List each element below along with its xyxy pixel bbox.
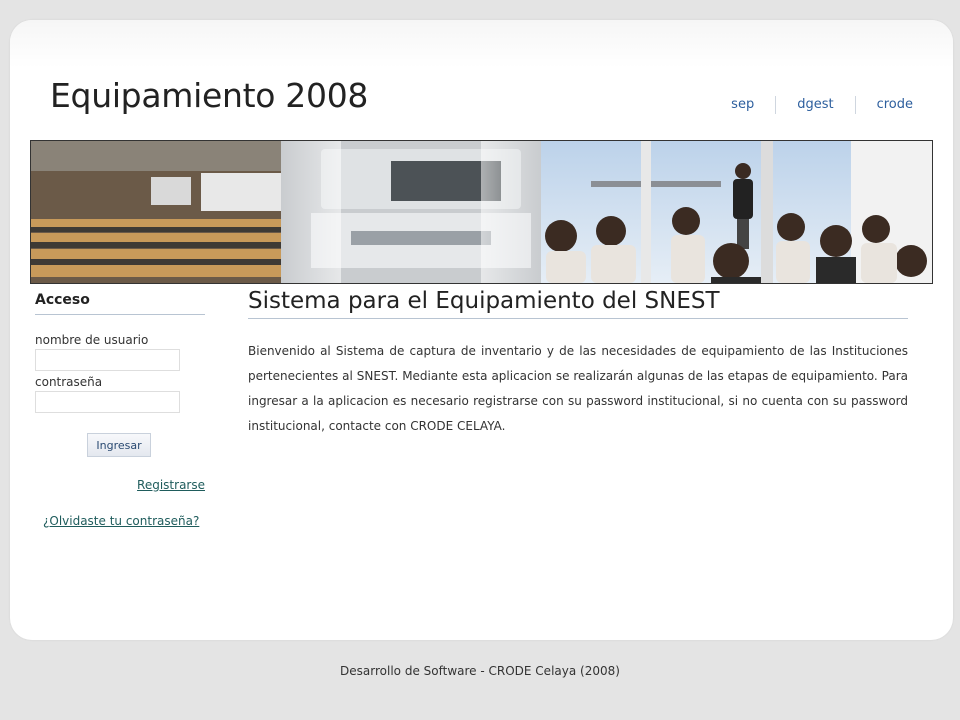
username-input[interactable] — [35, 349, 180, 371]
page-title: Sistema para el Equipamiento del SNEST — [248, 288, 908, 319]
nav-link-sep[interactable]: sep — [731, 96, 775, 114]
card-header-gradient — [10, 20, 953, 68]
username-label: nombre de usuario — [35, 333, 149, 347]
register-link[interactable]: Registrarse — [35, 478, 205, 492]
login-sidebar: Acceso nombre de usuario contraseña Ingr… — [35, 292, 205, 528]
login-button[interactable]: Ingresar — [87, 433, 151, 457]
forgot-password-link[interactable]: ¿Olvidaste tu contraseña? — [43, 514, 205, 528]
banner-image — [30, 140, 933, 284]
password-input[interactable] — [35, 391, 180, 413]
welcome-text: Bienvenido al Sistema de captura de inve… — [248, 344, 908, 433]
nav-link-dgest[interactable]: dgest — [775, 96, 854, 114]
login-heading: Acceso — [35, 292, 205, 315]
footer-credit: Desarrollo de Software - CRODE Celaya (2… — [340, 664, 620, 678]
password-label: contraseña — [35, 375, 103, 389]
banner-photo-collage — [31, 141, 932, 283]
nav-link-crode[interactable]: crode — [854, 96, 913, 114]
site-title: Equipamiento 2008 — [50, 76, 369, 115]
top-nav: sep dgest crode — [731, 96, 913, 114]
main-content: Sistema para el Equipamiento del SNEST B… — [248, 288, 908, 451]
